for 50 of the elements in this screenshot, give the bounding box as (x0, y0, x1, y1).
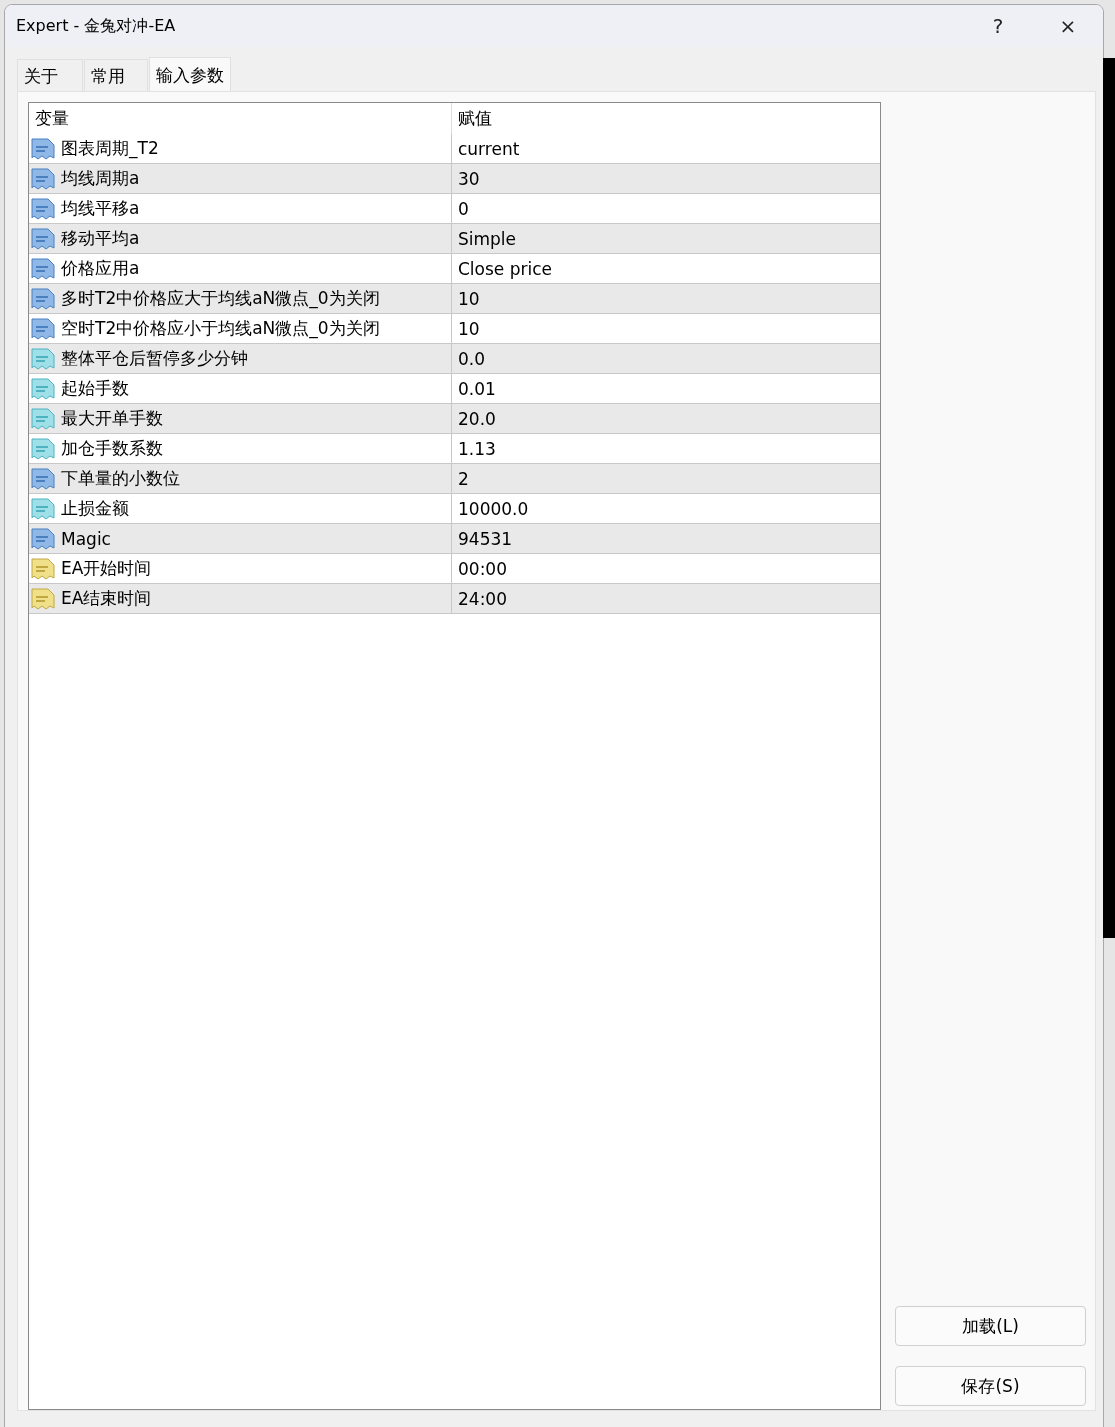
parameter-name: Magic (61, 528, 111, 549)
parameter-row[interactable]: Magic 94531 (29, 524, 880, 554)
parameter-name: 止损金额 (61, 497, 129, 520)
parameter-value: current (457, 138, 520, 159)
parameter-row[interactable]: EA结束时间 24:00 (29, 584, 880, 614)
tab[interactable]: 输入参数 (149, 57, 231, 91)
column-header: 变量 (29, 103, 452, 134)
action-button[interactable]: 加载(L) (895, 1306, 1086, 1346)
parameter-value: 00:00 (457, 558, 507, 579)
parameter-name: 均线周期a (61, 167, 140, 190)
tab[interactable]: 关于 (17, 59, 83, 91)
parameter-name: 最大开单手数 (61, 407, 163, 430)
parameter-row[interactable]: 多时T2中价格应大于均线aN微点_0为关闭 10 (29, 284, 880, 314)
parameter-name: 下单量的小数位 (61, 467, 180, 490)
parameter-value: 0 (457, 198, 469, 219)
parameter-row[interactable]: 均线周期a 30 (29, 164, 880, 194)
parameter-name: EA结束时间 (61, 587, 152, 610)
column-header: 赋值 (457, 107, 492, 130)
parameter-row[interactable]: 最大开单手数 20.0 (29, 404, 880, 434)
parameter-name: 均线平移a (61, 197, 140, 220)
parameter-value: 10 (457, 288, 480, 309)
parameter-value: Simple (457, 228, 517, 249)
parameter-name: 整体平仓后暂停多少分钟 (61, 347, 248, 370)
parameter-value: 1.13 (457, 438, 496, 459)
parameter-value: 0.01 (457, 378, 496, 399)
parameter-value: 10 (457, 318, 480, 339)
help-button[interactable]: ? (963, 5, 1033, 47)
parameter-value: 10000.0 (457, 498, 529, 519)
parameter-value: 20.0 (457, 408, 496, 429)
parameter-row[interactable]: 整体平仓后暂停多少分钟 0.0 (29, 344, 880, 374)
parameter-row[interactable]: 下单量的小数位 2 (29, 464, 880, 494)
parameter-name: EA开始时间 (61, 557, 152, 580)
parameter-name: 图表周期_T2 (61, 137, 159, 160)
tab[interactable]: 常用 (84, 59, 148, 91)
parameter-name: 多时T2中价格应大于均线aN微点_0为关闭 (61, 287, 380, 310)
close-button[interactable]: × (1033, 5, 1103, 47)
parameter-name: 价格应用a (61, 257, 140, 280)
parameter-name: 加仓手数系数 (61, 437, 163, 460)
parameter-row[interactable]: 移动平均a Simple (29, 224, 880, 254)
parameter-name: 移动平均a (61, 227, 140, 250)
window-title: Expert - 金兔对冲-EA (16, 15, 177, 37)
parameter-value: Close price (457, 258, 553, 279)
action-button[interactable]: 保存(S) (895, 1366, 1086, 1406)
parameter-name: 起始手数 (61, 377, 129, 400)
parameter-value: 94531 (457, 528, 513, 549)
parameter-value: 24:00 (457, 588, 507, 609)
parameter-value: 2 (457, 468, 469, 489)
parameter-name: 空时T2中价格应小于均线aN微点_0为关闭 (61, 317, 380, 340)
parameter-value: 30 (457, 168, 480, 189)
parameter-value: 0.0 (457, 348, 486, 369)
